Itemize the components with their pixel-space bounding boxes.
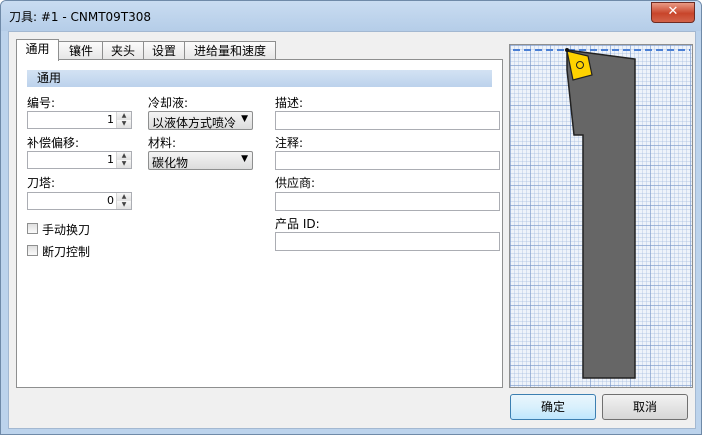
- title-bar: 刀具: #1 - CNMT09T308 ✕: [1, 1, 701, 31]
- tab-label: 夹头: [110, 44, 135, 58]
- turret-value: 0: [107, 194, 114, 207]
- material-dropdown[interactable]: 碳化物 ▼: [148, 151, 253, 170]
- checkbox-label: 断刀控制: [42, 245, 91, 259]
- supplier-field[interactable]: [275, 192, 500, 211]
- tab-general[interactable]: 通用: [16, 39, 59, 61]
- coolant-label: 冷却液:: [148, 96, 189, 110]
- product-id-label: 产品 ID:: [275, 217, 320, 231]
- tool-preview: [509, 44, 693, 388]
- dialog-client-area: 通用 镶件 夹头 设置 进给量和速度 通用 编号: 1 ▲ ▼ 补偿偏移: 1 …: [8, 31, 696, 429]
- offset-spinner[interactable]: 1 ▲ ▼: [27, 151, 132, 169]
- turret-spinner[interactable]: 0 ▲ ▼: [27, 192, 132, 210]
- tab-label: 设置: [151, 44, 176, 58]
- description-field[interactable]: [275, 111, 500, 130]
- general-tab-panel: 通用 编号: 1 ▲ ▼ 补偿偏移: 1 ▲ ▼ 刀塔: 0 ▲ ▼ 手动换刀 …: [16, 59, 503, 388]
- ok-button[interactable]: 确定: [510, 394, 596, 420]
- checkbox-box[interactable]: [27, 245, 38, 256]
- spin-down-icon[interactable]: ▼: [117, 201, 131, 209]
- tool-preview-drawing: [513, 48, 690, 379]
- chevron-down-icon: ▼: [241, 114, 248, 124]
- tab-label: 镶件: [68, 44, 93, 58]
- tab-setup[interactable]: 设置: [143, 41, 185, 60]
- tool-holder-body: [566, 49, 636, 379]
- cancel-button[interactable]: 取消: [602, 394, 688, 420]
- tool-dialog: 刀具: #1 - CNMT09T308 ✕ 通用 镶件 夹头 设置 进给量和速度…: [0, 0, 702, 435]
- close-icon: ✕: [667, 4, 679, 19]
- section-header: 通用: [27, 70, 492, 87]
- window-title: 刀具: #1 - CNMT09T308: [9, 10, 152, 24]
- comment-label: 注释:: [275, 136, 304, 150]
- tab-label: 通用: [25, 42, 50, 56]
- tab-holder[interactable]: 夹头: [102, 41, 144, 60]
- spin-buttons: ▲ ▼: [116, 193, 131, 209]
- offset-value: 1: [107, 153, 114, 166]
- number-label: 编号:: [27, 96, 56, 110]
- tab-feeds-speeds[interactable]: 进给量和速度: [184, 41, 276, 60]
- material-value: 碳化物: [152, 156, 189, 170]
- coolant-value: 以液体方式喷冷: [152, 116, 237, 130]
- offset-label: 补偿偏移:: [27, 136, 80, 150]
- tab-label: 进给量和速度: [193, 44, 266, 58]
- spin-down-icon[interactable]: ▼: [117, 160, 131, 168]
- description-label: 描述:: [275, 96, 304, 110]
- turret-label: 刀塔:: [27, 176, 56, 190]
- checkbox-box[interactable]: [27, 223, 38, 234]
- supplier-label: 供应商:: [275, 176, 316, 190]
- number-value: 1: [107, 113, 114, 126]
- chevron-down-icon: ▼: [241, 154, 248, 164]
- spin-buttons: ▲ ▼: [116, 152, 131, 168]
- number-spinner[interactable]: 1 ▲ ▼: [27, 111, 132, 129]
- tool-tip-point: [565, 48, 569, 52]
- material-label: 材料:: [148, 136, 177, 150]
- product-id-field[interactable]: [275, 232, 500, 251]
- tab-inserts[interactable]: 镶件: [58, 41, 104, 60]
- close-button[interactable]: ✕: [651, 2, 695, 23]
- checkbox-label: 手动换刀: [42, 223, 91, 237]
- comment-field[interactable]: [275, 151, 500, 170]
- spin-down-icon[interactable]: ▼: [117, 120, 131, 128]
- spin-buttons: ▲ ▼: [116, 112, 131, 128]
- coolant-dropdown[interactable]: 以液体方式喷冷 ▼: [148, 111, 253, 130]
